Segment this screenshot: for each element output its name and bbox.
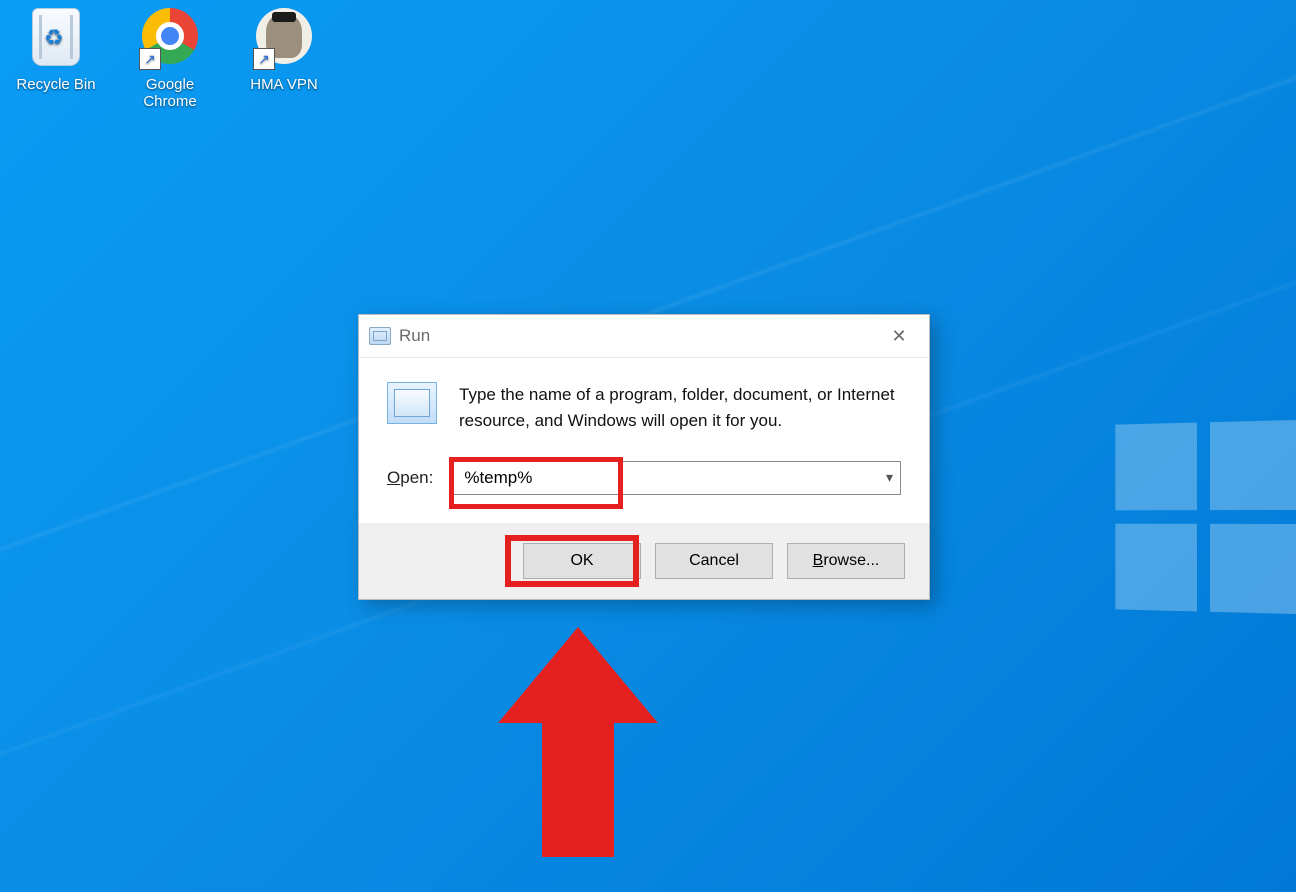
cancel-button[interactable]: Cancel	[655, 543, 773, 579]
run-dialog: Run ✕ Type the name of a program, folder…	[358, 314, 930, 600]
dialog-title: Run	[399, 326, 875, 346]
hma-donkey-icon: ↗	[253, 8, 315, 70]
dialog-titlebar[interactable]: Run ✕	[359, 315, 929, 358]
desktop-icon-recycle-bin[interactable]: ♻ Recycle Bin	[8, 8, 104, 93]
desktop-icon-hma-vpn[interactable]: ↗ HMA VPN	[236, 8, 332, 93]
run-large-icon	[387, 382, 437, 424]
open-label: Open:	[387, 468, 433, 488]
browse-button[interactable]: Browse...	[787, 543, 905, 579]
open-input[interactable]	[453, 461, 901, 495]
recycle-bin-icon: ♻	[25, 8, 87, 70]
close-icon: ✕	[891, 326, 906, 347]
desktop-background[interactable]: ♻ Recycle Bin ↗ Google Chrome ↗ HMA VPN …	[0, 0, 1296, 892]
chrome-icon: ↗	[139, 8, 201, 70]
shortcut-arrow-icon: ↗	[139, 48, 161, 70]
close-button[interactable]: ✕	[875, 319, 923, 353]
desktop-icon-label: HMA VPN	[236, 76, 332, 93]
desktop-icon-chrome[interactable]: ↗ Google Chrome	[122, 8, 218, 110]
dialog-button-row: OK Cancel Browse...	[359, 523, 929, 599]
open-combobox[interactable]: ▾	[453, 461, 901, 495]
dialog-description: Type the name of a program, folder, docu…	[459, 382, 901, 433]
ok-button[interactable]: OK	[523, 543, 641, 579]
desktop-icon-label: Google Chrome	[122, 76, 218, 110]
windows-logo-icon	[1115, 420, 1296, 614]
annotation-arrow-icon	[498, 627, 658, 857]
desktop-icon-label: Recycle Bin	[8, 76, 104, 93]
shortcut-arrow-icon: ↗	[253, 48, 275, 70]
run-app-icon	[369, 327, 391, 345]
